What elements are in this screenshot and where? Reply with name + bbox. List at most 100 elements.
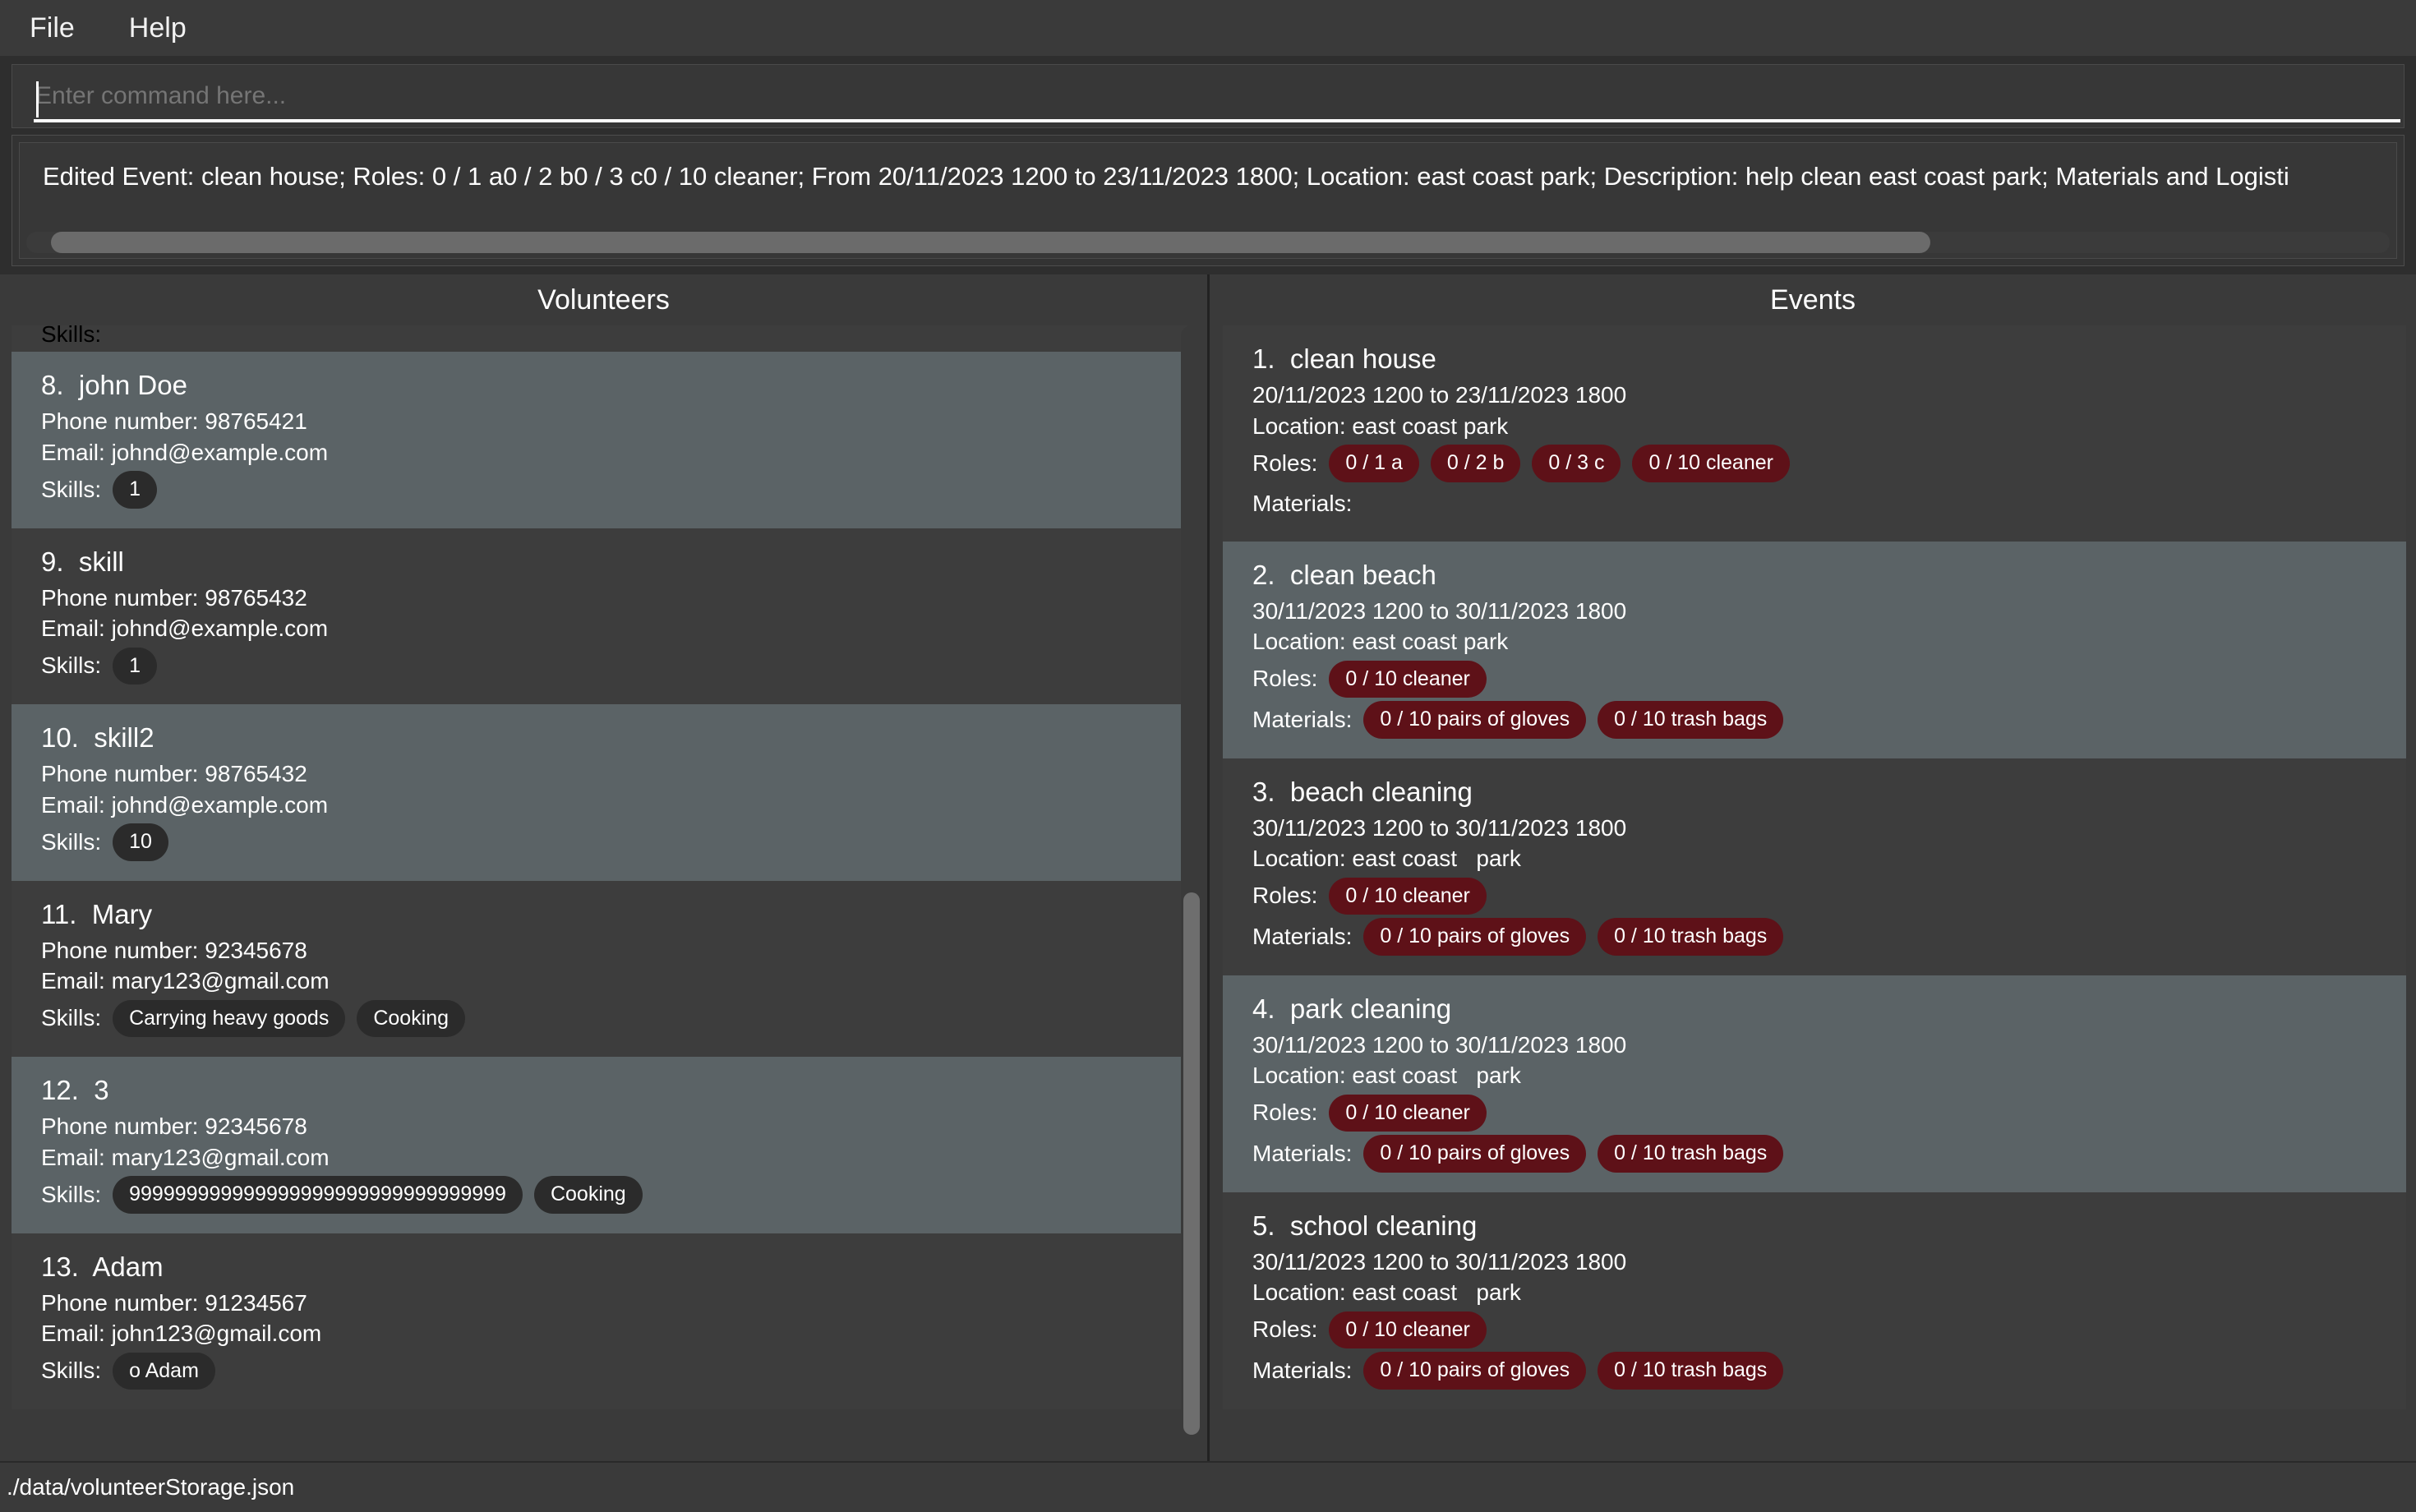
event-material-chip: 0 / 10 pairs of gloves: [1363, 1135, 1586, 1173]
event-card[interactable]: 3. beach cleaning 30/11/2023 1200 to 30/1…: [1223, 758, 2406, 975]
event-role-chip: 0 / 10 cleaner: [1329, 1311, 1487, 1349]
volunteer-email: Email: johnd@example.com: [41, 790, 1158, 821]
volunteer-skill-chip: 10: [113, 823, 168, 861]
event-role-chip: 0 / 10 cleaner: [1329, 878, 1487, 915]
event-role-chip: 0 / 1 a: [1329, 445, 1419, 482]
event-material-chip: 0 / 10 trash bags: [1598, 1352, 1783, 1390]
event-location: Location: east coast park: [1252, 626, 2377, 657]
volunteer-skill-chip: o Adam: [113, 1353, 215, 1390]
volunteer-card[interactable]: 8. john DoePhone number: 98765421Email: …: [12, 352, 1187, 528]
event-role-chip: 0 / 10 cleaner: [1632, 445, 1790, 482]
volunteers-panel: Volunteers Skills: 8. john DoePhone numb…: [0, 274, 1210, 1479]
event-material-chip: 0 / 10 pairs of gloves: [1363, 701, 1586, 739]
volunteer-phone: Phone number: 91234567: [41, 1288, 1158, 1319]
volunteers-vertical-scrollbar[interactable]: [1181, 325, 1202, 1476]
menu-bar: File Help: [0, 0, 2416, 56]
volunteer-card[interactable]: 9. skill Phone number: 98765432Email: joh…: [12, 528, 1187, 705]
volunteer-partial-skills-label: Skills:: [41, 325, 101, 350]
events-panel-title: Events: [1210, 274, 2416, 325]
volunteers-vertical-scrollbar-thumb[interactable]: [1183, 892, 1200, 1435]
volunteer-card[interactable]: 13. Adam Phone number: 91234567Email: joh…: [12, 1233, 1187, 1410]
event-materials-label: Materials:: [1252, 1141, 1352, 1167]
event-card[interactable]: 1. clean house20/11/2023 1200 to 23/11/2…: [1223, 325, 2406, 542]
volunteer-phone: Phone number: 98765432: [41, 583, 1158, 614]
event-roles-row: Roles:0 / 1 a0 / 2 b0 / 3 c0 / 10 cleane…: [1252, 445, 2377, 482]
event-card[interactable]: 2. clean beach 30/11/2023 1200 to 30/11/2…: [1223, 542, 2406, 758]
volunteer-skills-row: Skills: 999999999999999999999999999999999…: [41, 1176, 1158, 1214]
result-display-inner: Edited Event: clean house; Roles: 0 / 1 …: [19, 142, 2397, 259]
volunteers-list: Skills: 8. john DoePhone number: 9876542…: [12, 325, 1187, 1409]
volunteer-skills-label: Skills:: [41, 477, 101, 503]
events-list-viewport[interactable]: 1. clean house20/11/2023 1200 to 23/11/2…: [1210, 325, 2416, 1479]
event-materials-label: Materials:: [1252, 1358, 1352, 1384]
event-roles-row: Roles:0 / 10 cleaner: [1252, 661, 2377, 698]
volunteer-name: 13. Adam: [41, 1252, 1158, 1283]
event-materials-row: Materials: 0 / 10 pairs of gloves 0 / 10 t…: [1252, 1135, 2377, 1173]
volunteer-email: Email: johnd@example.com: [41, 437, 1158, 468]
volunteer-skills-label: Skills:: [41, 1358, 101, 1384]
volunteer-skill-chip: Cooking: [534, 1176, 643, 1214]
volunteer-skills-row: Skills:10: [41, 823, 1158, 861]
event-roles-label: Roles:: [1252, 1099, 1317, 1126]
volunteer-name: 11. Mary: [41, 899, 1158, 930]
menu-item-file[interactable]: File: [21, 9, 83, 47]
command-input-wrap: [34, 75, 2382, 119]
event-material-chip: 0 / 10 pairs of gloves: [1363, 918, 1586, 956]
volunteer-card[interactable]: 10. skill2Phone number: 98765432Email: j…: [12, 704, 1187, 881]
status-bar: ./data/volunteerStorage.json: [0, 1461, 2416, 1512]
event-materials-row: Materials:0 / 10 pairs of gloves0 / 10 t…: [1252, 701, 2377, 739]
volunteer-skills-label: Skills:: [41, 1005, 101, 1031]
event-datetime: 30/11/2023 1200 to 30/11/2023 1800: [1252, 596, 2377, 627]
event-materials-label: Materials:: [1252, 491, 1352, 517]
event-role-chip: 0 / 10 cleaner: [1329, 661, 1487, 698]
volunteer-email: Email: john123@gmail.com: [41, 1318, 1158, 1349]
event-material-chip: 0 / 10 trash bags: [1598, 1135, 1783, 1173]
text-caret: [36, 81, 39, 118]
result-text: Edited Event: clean house; Roles: 0 / 1 …: [43, 161, 2289, 193]
volunteer-email: Email: mary123@gmail.com: [41, 1142, 1158, 1173]
event-location: Location: east coast park: [1252, 411, 2377, 442]
result-display-box: Edited Event: clean house; Roles: 0 / 1 …: [12, 135, 2404, 266]
volunteer-phone: Phone number: 98765421: [41, 406, 1158, 437]
volunteer-skills-label: Skills:: [41, 652, 101, 679]
event-materials-row: Materials:0 / 10 pairs of gloves0 / 10 t…: [1252, 918, 2377, 956]
event-name: 3. beach cleaning: [1252, 777, 2377, 808]
event-roles-row: Roles:0 / 10 cleaner: [1252, 878, 2377, 915]
command-box[interactable]: [12, 64, 2404, 128]
volunteer-email: Email: johnd@example.com: [41, 613, 1158, 644]
event-location: Location: east coast park: [1252, 1060, 2377, 1091]
volunteer-skill-chip: Carrying heavy goods: [113, 1000, 345, 1038]
status-bar-file-path: ./data/volunteerStorage.json: [7, 1474, 294, 1500]
events-panel: Events 1. clean house20/11/2023 1200 to …: [1210, 274, 2416, 1479]
menu-item-help[interactable]: Help: [121, 9, 195, 47]
event-materials-row: Materials:: [1252, 486, 2377, 522]
volunteer-skill-chip: 999999999999999999999999999999999: [113, 1176, 523, 1214]
event-name: 5. school cleaning: [1252, 1210, 2377, 1242]
volunteer-skills-row: Skills: 1: [41, 648, 1158, 685]
volunteer-card[interactable]: 11. MaryPhone number: 92345678Email: mar…: [12, 881, 1187, 1058]
volunteers-panel-title: Volunteers: [0, 274, 1207, 325]
result-horizontal-scrollbar[interactable]: [26, 232, 2390, 253]
main-split-pane: Volunteers Skills: 8. john DoePhone numb…: [0, 274, 2416, 1479]
volunteer-name: 12. 3: [41, 1075, 1158, 1106]
event-location: Location: east coast park: [1252, 843, 2377, 874]
volunteer-skills-label: Skills:: [41, 1182, 101, 1208]
event-name: 2. clean beach: [1252, 560, 2377, 591]
volunteer-skill-chip: 1: [113, 471, 157, 509]
result-horizontal-scrollbar-thumb[interactable]: [51, 232, 1930, 253]
event-card[interactable]: 4. park cleaning30/11/2023 1200 to 30/11…: [1223, 975, 2406, 1192]
volunteer-card[interactable]: 12. 3 Phone number: 92345678Email: mary12…: [12, 1057, 1187, 1233]
event-datetime: 30/11/2023 1200 to 30/11/2023 1800: [1252, 813, 2377, 844]
event-card[interactable]: 5. school cleaning30/11/2023 1200 to 30/…: [1223, 1192, 2406, 1409]
event-material-chip: 0 / 10 trash bags: [1598, 701, 1783, 739]
command-input[interactable]: [34, 75, 2382, 118]
event-roles-row: Roles:0 / 10 cleaner: [1252, 1311, 2377, 1349]
event-name: 1. clean house: [1252, 343, 2377, 375]
event-material-chip: 0 / 10 trash bags: [1598, 918, 1783, 956]
volunteers-list-viewport[interactable]: Skills: 8. john DoePhone number: 9876542…: [0, 325, 1207, 1479]
volunteer-skill-chip: 1: [113, 648, 157, 685]
event-role-chip: 0 / 3 c: [1532, 445, 1621, 482]
volunteer-name: 9. skill: [41, 546, 1158, 578]
volunteer-card-partial[interactable]: Skills:: [12, 325, 1187, 352]
volunteer-phone: Phone number: 92345678: [41, 1111, 1158, 1142]
